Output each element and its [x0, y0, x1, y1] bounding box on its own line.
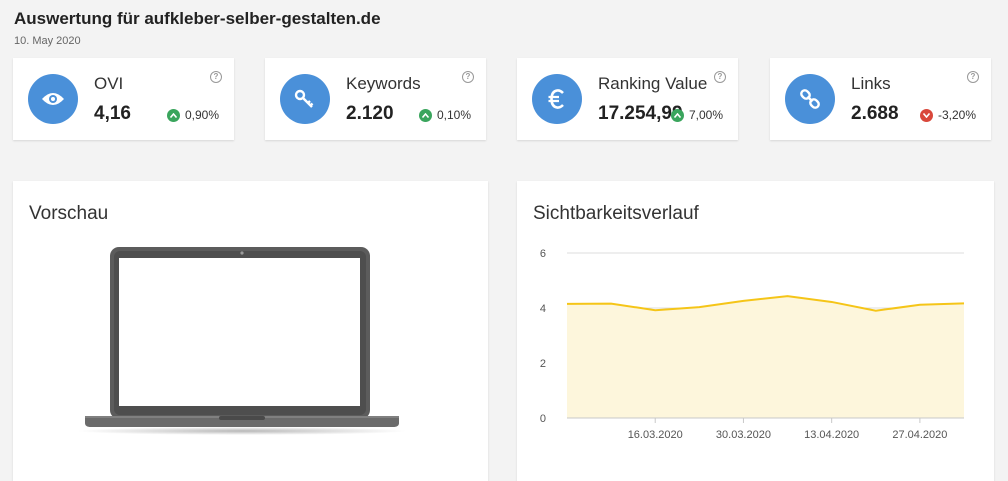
kpi-card-links: Links 2.688 ? -3,20%	[770, 58, 991, 140]
page-title: Auswertung für aufkleber-selber-gestalte…	[14, 9, 381, 28]
visibility-chart: 0 2 4 6 16.03.2020 30.03.2020 13.04.2020 27.04…	[540, 248, 965, 441]
kpi-label: Links	[851, 74, 891, 93]
visibility-panel: Sichtbarkeitsverlauf 0246 16.03.2020 30.0…	[517, 181, 994, 481]
y-tick-label: 4	[540, 303, 546, 315]
kpi-card-keywords: Keywords 2.120 ? 0,10%	[265, 58, 486, 140]
y-tick-label: 0	[540, 413, 546, 425]
kpi-value: 2.688	[851, 103, 899, 124]
kpi-value: 4,16	[94, 103, 131, 124]
link-icon	[785, 74, 835, 124]
kpi-card-ovi: OVI 4,16 ? 0,90%	[13, 58, 234, 140]
eye-icon	[28, 74, 78, 124]
chart-area-fill	[567, 296, 964, 418]
arrow-up-icon	[418, 108, 432, 122]
kpi-change-value: 0,10%	[436, 108, 471, 122]
y-tick-label: 6	[540, 248, 546, 260]
x-tick-label: 30.03.2020	[716, 429, 771, 441]
kpi-card-ranking-value: Ranking Value 17.254,99 ? 7,00%	[517, 58, 738, 140]
x-tick-label: 13.04.2020	[804, 429, 859, 441]
kpi-label: Keywords	[346, 74, 421, 93]
kpi-value: 2.120	[346, 103, 394, 124]
kpi-change: 7,00%	[670, 108, 723, 122]
kpi-change-value: -3,20%	[937, 108, 976, 122]
arrow-up-icon	[670, 108, 684, 122]
euro-icon	[532, 74, 582, 124]
kpi-change-value: 0,90%	[184, 108, 219, 122]
kpi-label: Ranking Value	[598, 74, 708, 93]
report-date: 10. May 2020	[14, 35, 81, 47]
preview-panel: Vorschau	[13, 181, 488, 481]
key-icon	[280, 74, 330, 124]
kpi-change: 0,90%	[166, 108, 219, 122]
kpi-change: -3,20%	[919, 108, 976, 122]
help-icon[interactable]: ?	[210, 71, 222, 83]
kpi-label: OVI	[94, 74, 124, 93]
laptop-icon	[77, 247, 407, 435]
help-icon[interactable]: ?	[967, 71, 979, 83]
arrow-down-icon	[919, 108, 933, 122]
arrow-up-icon	[166, 108, 180, 122]
x-tick-label: 16.03.2020	[628, 429, 683, 441]
x-tick-label: 27.04.2020	[892, 429, 947, 441]
kpi-change: 0,10%	[418, 108, 471, 122]
y-tick-label: 2	[540, 358, 546, 370]
kpi-change-value: 7,00%	[688, 108, 723, 122]
help-icon[interactable]: ?	[462, 71, 474, 83]
kpi-value: 17.254,99	[598, 103, 683, 124]
help-icon[interactable]: ?	[714, 71, 726, 83]
